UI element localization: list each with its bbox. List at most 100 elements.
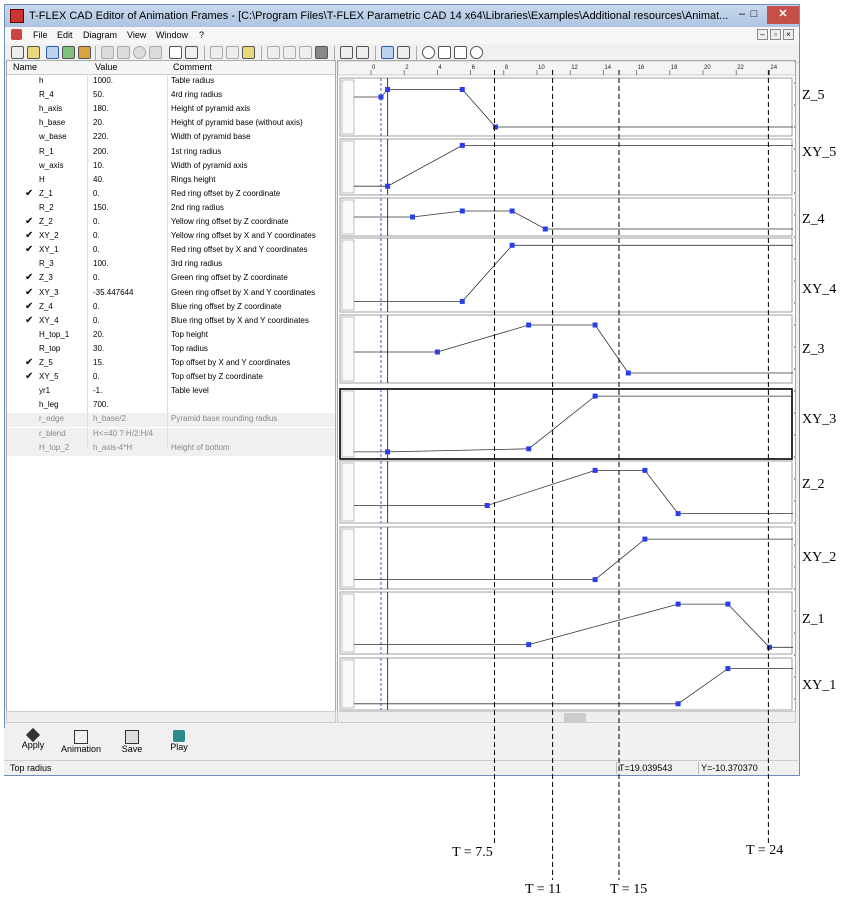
chart-icon[interactable] [62,46,75,59]
check-icon[interactable]: ✔ [25,357,33,368]
align-center-icon[interactable] [283,46,296,59]
menu-diagram[interactable]: Diagram [83,30,117,40]
insert-frame-icon[interactable] [46,46,59,59]
param-value[interactable]: 20. [93,118,104,127]
param-value[interactable]: -1. [93,386,102,395]
play-button[interactable]: Play [164,730,194,758]
check-icon[interactable]: ✔ [25,230,33,241]
graph-horizontal-scrollbar[interactable] [337,711,796,723]
list-icon[interactable] [185,46,198,59]
mdi-close-button[interactable]: × [783,29,794,40]
param-value[interactable]: 50. [93,90,104,99]
animation-button[interactable]: Animation [58,730,104,758]
param-value[interactable]: -35.447644 [93,288,133,297]
align-left-icon[interactable] [267,46,280,59]
scrollbar-thumb[interactable] [564,713,586,722]
apply-button[interactable]: Apply [18,727,48,758]
save-button[interactable]: Save [117,730,147,758]
param-value[interactable]: 180. [93,104,109,113]
menu-view[interactable]: View [127,30,146,40]
paste-frames-icon[interactable] [117,46,130,59]
param-value[interactable]: 0. [93,217,100,226]
zoom-in-icon[interactable] [422,46,435,59]
table-row[interactable]: yr1 -1. Table level [7,385,335,399]
menu-file[interactable]: File [33,30,48,40]
param-value[interactable]: 200. [93,147,109,156]
table-row[interactable]: ✔ Z_5 15. Top offset by X and Y coordinates [7,357,335,371]
check-icon[interactable]: ✔ [25,244,33,255]
param-value[interactable]: H<=40 ? H/2:H/4 [93,429,153,438]
table-row[interactable]: w_axis 10. Width of pyramid axis [7,160,335,174]
properties-icon[interactable] [149,46,162,59]
copy-frame-icon[interactable] [27,46,40,59]
table-row[interactable]: ✔ Z_1 0. Red ring offset by Z coordinate [7,188,335,202]
table-row[interactable]: ✔ Z_4 0. Blue ring offset by Z coordinate [7,301,335,315]
table-row[interactable]: ✔ Z_3 0. Green ring offset by Z coordinate [7,272,335,286]
fit-all-icon[interactable] [454,46,467,59]
copy-icon[interactable] [226,46,239,59]
check-icon[interactable]: ✔ [25,188,33,199]
check-icon[interactable]: ✔ [25,315,33,326]
scissors-icon[interactable] [210,46,223,59]
check-icon[interactable]: ✔ [25,371,33,382]
table-row[interactable]: R_top 30. Top radius [7,343,335,357]
close-button[interactable]: ✕ [767,6,799,24]
param-value[interactable]: 150. [93,203,109,212]
param-value[interactable]: 0. [93,302,100,311]
check-icon[interactable]: ✔ [25,272,33,283]
param-value[interactable]: 0. [93,316,100,325]
column-value-header[interactable]: Value [95,62,117,72]
param-value[interactable]: 700. [93,400,109,409]
table-row[interactable]: h_base 20. Height of pyramid base (without… [7,117,335,131]
param-value[interactable]: 0. [93,245,100,254]
column-comment-header[interactable]: Comment [173,62,212,72]
table-horizontal-scrollbar[interactable] [6,711,336,723]
table-row[interactable]: h_axis 180. Height of pyramid axis [7,103,335,117]
delete-icon[interactable] [133,46,146,59]
mdi-restore-button[interactable]: ▫ [770,29,781,40]
columns-icon[interactable] [315,46,328,59]
param-value[interactable]: 0. [93,189,100,198]
param-value[interactable]: 30. [93,344,104,353]
param-value[interactable]: 0. [93,372,100,381]
pick-icon[interactable] [340,46,353,59]
table-row[interactable]: ✔ XY_3 -35.447644 Green ring offset by X an… [7,287,335,301]
table-row[interactable]: h 1000. Table radius [7,75,335,89]
param-value[interactable]: h_base/2 [93,414,126,423]
table-row[interactable]: R_3 100. 3rd ring radius [7,258,335,272]
mdi-minimize-button[interactable]: – [757,29,768,40]
table-row[interactable]: h_leg 700. [7,399,335,413]
frame-icon[interactable] [169,46,182,59]
fit-width-icon[interactable] [438,46,451,59]
table-row[interactable]: R_1 200. 1st ring radius [7,146,335,160]
table-row[interactable]: R_2 150. 2nd ring radius [7,202,335,216]
table-row[interactable]: ✔ XY_4 0. Blue ring offset by X and Y coord… [7,315,335,329]
maximize-button[interactable]: □ [743,6,765,24]
param-value[interactable]: 0. [93,231,100,240]
move-icon[interactable] [356,46,369,59]
paste-icon[interactable] [242,46,255,59]
cut-frames-icon[interactable] [101,46,114,59]
menu-window[interactable]: Window [156,30,188,40]
image-icon[interactable] [78,46,91,59]
menu-help[interactable]: ? [199,30,204,40]
check-icon[interactable]: ✔ [25,216,33,227]
zoom-select-icon[interactable] [381,46,394,59]
table-row[interactable]: H_top_2 h_axis-4*H Height of bottom [7,441,335,456]
param-value[interactable]: 0. [93,273,100,282]
table-row[interactable]: ✔ Z_2 0. Yellow ring offset by Z coordinate [7,216,335,230]
param-value[interactable]: 220. [93,132,109,141]
param-value[interactable]: 20. [93,330,104,339]
table-row[interactable]: r_edge h_base/2 Pyramid base rounding radi… [7,413,335,428]
table-row[interactable]: ✔ XY_5 0. Top offset by Z coordinate [7,371,335,385]
table-row[interactable]: ✔ XY_2 0. Yellow ring offset by X and Y coo… [7,230,335,244]
column-name-header[interactable]: Name [13,62,37,72]
table-row[interactable]: w_base 220. Width of pyramid base [7,131,335,145]
table-row[interactable]: H 40. Rings height [7,174,335,188]
table-row[interactable]: H_top_1 20. Top height [7,329,335,343]
check-icon[interactable]: ✔ [25,287,33,298]
marker-icon[interactable] [397,46,410,59]
param-value[interactable]: 1000. [93,76,113,85]
param-value[interactable]: h_axis-4*H [93,443,132,452]
check-icon[interactable]: ✔ [25,301,33,312]
